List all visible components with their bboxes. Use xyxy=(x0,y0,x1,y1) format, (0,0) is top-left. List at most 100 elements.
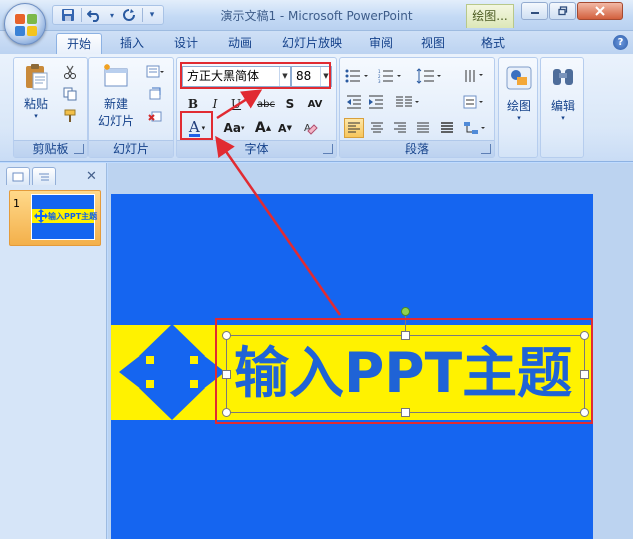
decrease-indent-button[interactable] xyxy=(344,92,364,112)
slide-number: 1 xyxy=(13,197,20,210)
help-icon[interactable]: ? xyxy=(613,35,628,50)
office-button[interactable] xyxy=(4,3,46,45)
outline-tab-icon xyxy=(39,173,49,180)
character-spacing-button[interactable]: AV xyxy=(302,94,328,114)
font-name-size-highlight xyxy=(180,62,331,89)
change-case-button[interactable]: Aa ▾ xyxy=(220,118,248,138)
strikethrough-button[interactable]: abc xyxy=(254,94,278,114)
reset-slide-button[interactable] xyxy=(145,84,165,104)
decrease-indent-icon xyxy=(347,95,361,109)
line-spacing-button[interactable] xyxy=(415,66,445,86)
distributed-button[interactable] xyxy=(437,118,457,138)
clear-formatting-icon: A xyxy=(304,123,318,135)
drawing-tools-context-title: 绘图... xyxy=(466,4,514,28)
increase-indent-button[interactable] xyxy=(366,92,386,112)
grow-font-button[interactable]: A ▲ xyxy=(253,118,273,138)
slides-group-label: 幻灯片 xyxy=(89,140,173,157)
drawing-button[interactable]: 绘图 ▾ xyxy=(502,64,536,122)
binoculars-icon xyxy=(553,69,573,85)
numbering-button[interactable]: 123 xyxy=(377,66,407,86)
change-case-label: Aa xyxy=(223,121,241,135)
cut-icon xyxy=(64,65,76,79)
underline-button[interactable]: U xyxy=(226,94,246,114)
align-left-icon xyxy=(348,122,360,133)
outline-tab[interactable] xyxy=(32,167,56,185)
tab-view[interactable]: 视图 xyxy=(411,33,455,54)
bullets-button[interactable] xyxy=(344,66,374,86)
shrink-font-label: A xyxy=(278,121,287,135)
clear-formatting-button[interactable]: A xyxy=(301,118,321,138)
slide-thumbnail[interactable]: 输入PPT主题 xyxy=(31,194,97,240)
justify-button[interactable] xyxy=(413,118,433,138)
restore-icon xyxy=(557,6,567,16)
cut-button[interactable] xyxy=(60,62,80,82)
shrink-font-button[interactable]: A ▼ xyxy=(275,118,295,138)
reset-icon xyxy=(149,87,161,100)
svg-text:3: 3 xyxy=(378,79,381,83)
drawing-label: 绘图 xyxy=(506,99,531,113)
line-spacing-icon xyxy=(416,68,441,84)
editing-dropdown-icon: ▾ xyxy=(561,114,565,122)
paste-label: 粘贴 xyxy=(23,97,48,111)
thumbnail-arrows-icon xyxy=(34,209,48,223)
justify-icon xyxy=(417,122,429,133)
paste-dropdown-icon: ▾ xyxy=(34,112,38,120)
clipboard-group: 粘贴 ▾ 剪贴板 xyxy=(13,57,88,158)
copy-button[interactable] xyxy=(60,84,80,104)
align-center-button[interactable] xyxy=(367,118,387,138)
slides-tab[interactable] xyxy=(6,167,30,185)
font-launcher-icon[interactable] xyxy=(323,144,333,154)
close-button[interactable] xyxy=(577,2,623,20)
distributed-icon xyxy=(441,122,453,133)
slides-tab-icon xyxy=(12,172,24,181)
font-group-label: 字体 xyxy=(177,140,336,157)
slides-group: 新建 幻灯片 幻灯片 xyxy=(88,57,174,158)
tab-home[interactable]: 开始 xyxy=(56,33,103,54)
align-text-button[interactable] xyxy=(462,92,492,112)
close-icon xyxy=(595,6,605,16)
office-logo-icon xyxy=(15,14,37,36)
tab-animation[interactable]: 动画 xyxy=(218,33,262,54)
clipboard-launcher-icon[interactable] xyxy=(74,144,84,154)
format-painter-button[interactable] xyxy=(60,106,80,126)
editing-button[interactable]: 编辑 ▾ xyxy=(545,64,581,122)
tab-insert[interactable]: 插入 xyxy=(110,33,154,54)
delete-slide-icon xyxy=(148,111,162,122)
paste-button[interactable]: 粘贴 ▾ xyxy=(18,62,54,120)
new-slide-label-line2: 幻灯片 xyxy=(97,114,134,128)
editing-label: 编辑 xyxy=(550,99,575,113)
grow-font-label: A xyxy=(254,120,266,136)
new-slide-icon xyxy=(104,64,128,87)
minimize-button[interactable] xyxy=(521,2,548,20)
layout-button[interactable] xyxy=(145,62,165,82)
align-right-button[interactable] xyxy=(390,118,410,138)
tab-design[interactable]: 设计 xyxy=(164,33,208,54)
font-color-highlight xyxy=(180,111,213,140)
new-slide-button[interactable]: 新建 幻灯片 xyxy=(91,62,141,129)
restore-button[interactable] xyxy=(549,2,576,20)
bullets-icon xyxy=(345,69,368,83)
tab-review[interactable]: 审阅 xyxy=(359,33,403,54)
paragraph-launcher-icon[interactable] xyxy=(481,144,491,154)
close-panel-icon[interactable]: ✕ xyxy=(86,169,97,184)
smartart-button[interactable] xyxy=(462,118,492,138)
increase-indent-icon xyxy=(369,95,383,109)
panel-tabs xyxy=(6,167,58,187)
editing-group: 编辑 ▾ xyxy=(540,57,584,158)
tab-format[interactable]: 格式 xyxy=(471,33,515,54)
smartart-icon xyxy=(464,122,485,134)
ribbon-tabs: 开始 插入 设计 动画 幻灯片放映 审阅 视图 格式 xyxy=(0,31,633,54)
delete-slide-button[interactable] xyxy=(145,106,165,126)
title-bar: ▾ ▾ 演示文稿1 - Microsoft PowerPoint 绘图... xyxy=(0,0,633,31)
numbering-icon: 123 xyxy=(378,69,401,83)
tab-slideshow[interactable]: 幻灯片放映 xyxy=(272,33,352,54)
copy-icon xyxy=(63,87,77,101)
layout-icon xyxy=(146,65,164,78)
rotation-handle[interactable] xyxy=(401,307,410,316)
drawing-dropdown-icon: ▾ xyxy=(517,114,521,122)
paragraph-group: 123 段落 xyxy=(339,57,495,158)
align-left-button[interactable] xyxy=(344,118,364,138)
shadow-button[interactable]: S xyxy=(280,94,300,114)
columns-button[interactable] xyxy=(394,92,424,112)
text-direction-button[interactable] xyxy=(462,66,492,86)
